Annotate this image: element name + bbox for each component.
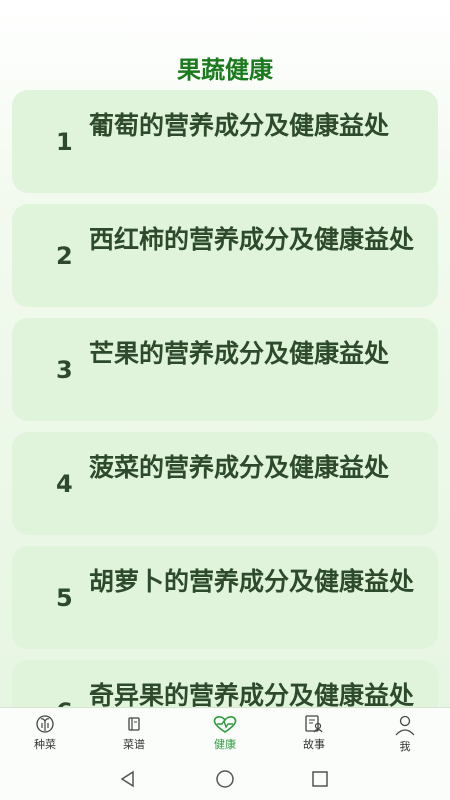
list-item[interactable]: 3 芒果的营养成分及健康益处 xyxy=(12,318,438,421)
nav-item-stories[interactable]: 故事 xyxy=(284,714,344,752)
list-item[interactable]: 1 葡萄的营养成分及健康益处 xyxy=(12,90,438,193)
nav-item-recipes[interactable]: 菜谱 xyxy=(104,714,164,752)
list-item[interactable]: 4 菠菜的营养成分及健康益处 xyxy=(12,432,438,535)
nav-label: 健康 xyxy=(214,738,236,751)
nav-item-plant[interactable]: 种菜 xyxy=(15,714,75,752)
recipe-book-icon xyxy=(128,717,140,731)
bottom-nav: 种菜 菜谱 健康 故事 我 xyxy=(0,707,450,760)
home-circle-icon[interactable] xyxy=(214,769,236,789)
heart-pulse-icon xyxy=(213,716,237,733)
item-title: 菠菜的营养成分及健康益处 xyxy=(89,453,390,482)
nav-item-health[interactable]: 健康 xyxy=(195,714,255,752)
nav-label: 种菜 xyxy=(34,738,56,751)
item-number: 6 xyxy=(56,698,73,707)
item-title: 葡萄的营养成分及健康益处 xyxy=(89,111,390,140)
nav-label: 菜谱 xyxy=(123,738,145,751)
item-title: 芒果的营养成分及健康益处 xyxy=(89,339,390,368)
person-icon xyxy=(395,715,415,736)
list-item[interactable]: 6 奇异果的营养成分及健康益处 xyxy=(12,660,438,707)
page-title: 果蔬健康 xyxy=(177,56,273,84)
item-number: 3 xyxy=(56,356,73,384)
system-navigation-bar xyxy=(0,759,450,800)
item-title: 胡萝卜的营养成分及健康益处 xyxy=(89,567,415,596)
list-item[interactable]: 2 西红柿的营养成分及健康益处 xyxy=(12,204,438,307)
back-triangle-icon[interactable] xyxy=(118,769,138,789)
item-number: 4 xyxy=(56,470,73,498)
item-title: 奇异果的营养成分及健康益处 xyxy=(89,681,415,707)
list-item[interactable]: 5 胡萝卜的营养成分及健康益处 xyxy=(12,546,438,649)
nav-label: 故事 xyxy=(303,738,325,751)
recents-square-icon[interactable] xyxy=(310,769,330,789)
item-number: 2 xyxy=(56,242,73,270)
plant-icon xyxy=(36,715,54,733)
nav-item-me[interactable]: 我 xyxy=(375,714,435,754)
item-number: 1 xyxy=(56,128,73,156)
nav-label: 我 xyxy=(399,740,411,753)
story-doc-icon xyxy=(305,715,323,733)
item-title: 西红柿的营养成分及健康益处 xyxy=(89,225,415,254)
health-article-list[interactable]: 1 葡萄的营养成分及健康益处 2 西红柿的营养成分及健康益处 3 芒果的营养成分… xyxy=(12,90,438,707)
item-number: 5 xyxy=(56,584,73,612)
